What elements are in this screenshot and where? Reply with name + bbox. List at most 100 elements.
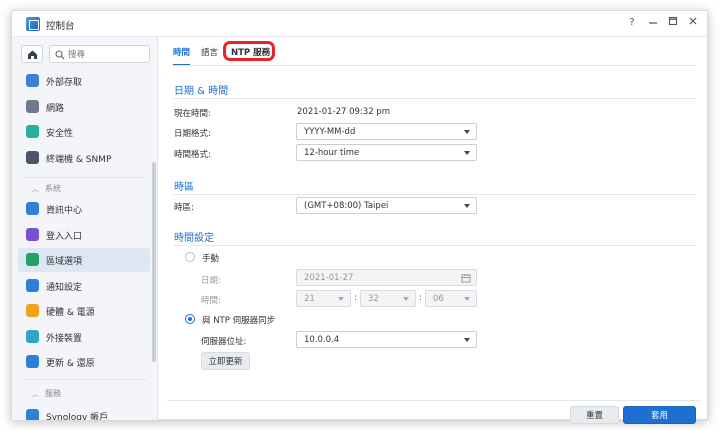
sidebar-item-label: 更新 & 還原 <box>46 359 95 369</box>
chevron-down-icon <box>464 204 470 208</box>
search-input[interactable] <box>68 48 148 61</box>
sidebar-item[interactable]: 區域選項 <box>18 248 150 272</box>
sidebar-group-system[interactable]: ︿ 系統 <box>32 183 61 194</box>
time-format-select[interactable]: 12-hour time <box>296 144 477 161</box>
section-title-timezone: 時區 <box>174 182 194 193</box>
section-title-date-time: 日期 & 時間 <box>174 86 229 97</box>
sidebar-item-label: 區域選項 <box>46 257 83 267</box>
manual-date-input[interactable]: 2021-01-27 <box>296 269 477 286</box>
update-now-button[interactable]: 立即更新 <box>201 352 250 370</box>
chevron-down-icon <box>464 297 470 301</box>
update-restore-icon <box>26 355 39 368</box>
hardware-power-icon <box>26 304 39 317</box>
sidebar-item-label: 資訊中心 <box>46 206 83 216</box>
sidebar-item[interactable]: 終端機 & SNMP <box>18 146 150 170</box>
info-center-icon <box>26 202 39 215</box>
section-divider <box>174 194 696 195</box>
tab-divider <box>171 65 696 66</box>
chevron-down-icon <box>403 297 409 301</box>
maximize-button[interactable] <box>666 16 680 30</box>
second-select[interactable]: 06 <box>425 290 477 307</box>
date-format-label: 日期格式: <box>174 129 211 139</box>
sidebar-item[interactable]: 安全性 <box>18 120 150 144</box>
manual-time-label: 時間: <box>201 296 221 306</box>
footer-divider <box>167 400 700 401</box>
tab-time[interactable]: 時間 <box>173 46 191 66</box>
chevron-down-icon <box>464 338 470 342</box>
sidebar-item[interactable]: 網路 <box>18 95 150 119</box>
search-box[interactable] <box>49 45 150 63</box>
section-divider <box>174 98 696 99</box>
ntp-tab-highlight-annotation <box>223 41 275 61</box>
timezone-label: 時區: <box>174 203 194 213</box>
window-title: 控制台 <box>46 21 75 32</box>
help-button[interactable]: ? <box>625 16 639 30</box>
chevron-up-icon: ︿ <box>32 390 39 398</box>
current-time-label: 現在時間: <box>174 109 211 119</box>
sidebar-group-services[interactable]: ︿ 服務 <box>32 388 61 399</box>
server-address-label: 伺服器位址: <box>201 337 247 347</box>
server-address-select[interactable]: 10.0.0.4 <box>296 331 477 348</box>
sidebar-item-label: Synology 帳戶 <box>46 413 109 420</box>
sidebar-item-label: 安全性 <box>46 129 74 139</box>
minimize-button[interactable] <box>646 16 660 30</box>
sidebar-divider <box>24 177 146 178</box>
ntp-sync-radio[interactable] <box>185 314 195 324</box>
tab-language[interactable]: 語言 <box>201 46 218 58</box>
external-devices-icon <box>26 329 39 343</box>
title-bar: 控制台 ? <box>12 11 707 37</box>
sidebar-item[interactable]: 登入入口 <box>18 223 150 247</box>
ntp-sync-label: 與 NTP 伺服器同步 <box>202 316 276 326</box>
section-divider <box>174 245 696 246</box>
apply-button[interactable]: 套用 <box>623 406 696 424</box>
network-icon <box>26 99 39 113</box>
calendar-icon <box>461 274 471 283</box>
close-button[interactable] <box>686 16 700 30</box>
regional-options-icon <box>26 253 39 266</box>
sidebar-item[interactable]: 資訊中心 <box>18 197 150 221</box>
sidebar-item-label: 網路 <box>46 103 65 114</box>
sidebar-item-label: 硬體 & 電源 <box>46 308 95 318</box>
external-access-icon <box>26 74 39 87</box>
manual-radio[interactable] <box>185 252 195 262</box>
sidebar-item-label: 登入入口 <box>46 231 83 242</box>
minimize-icon <box>649 22 657 24</box>
time-separator: : <box>354 293 358 303</box>
control-panel-app-icon <box>26 17 40 31</box>
sidebar-item[interactable]: Synology 帳戶 <box>18 404 150 420</box>
manual-date-label: 日期: <box>201 276 221 286</box>
sidebar-item-label: 通知設定 <box>46 282 83 293</box>
time-format-label: 時間格式: <box>174 150 211 160</box>
minute-select[interactable]: 32 <box>360 290 416 307</box>
main-panel: 時間 語言 NTP 服務 日期 & 時間 現在時間: 2021-01-27 09… <box>159 37 708 424</box>
sidebar: 外部存取網路安全性終端機 & SNMP ︿系統 資訊中心登入入口區域選項通知設定… <box>12 37 158 420</box>
home-button[interactable] <box>21 45 43 63</box>
tab-bar: 時間 語言 NTP 服務 <box>159 37 708 66</box>
chevron-down-icon <box>464 151 470 155</box>
chevron-down-icon <box>338 297 344 301</box>
sidebar-item[interactable]: 外部存取 <box>18 69 150 93</box>
security-shield-icon <box>26 125 39 138</box>
notification-icon <box>26 278 39 292</box>
sidebar-item-label: 外部存取 <box>46 78 83 88</box>
reset-button[interactable]: 重置 <box>570 406 619 424</box>
sidebar-item[interactable]: 硬體 & 電源 <box>18 299 150 323</box>
chevron-up-icon: ︿ <box>32 185 39 193</box>
sidebar-item[interactable]: 外接裝置 <box>18 325 150 349</box>
sidebar-scrollbar[interactable] <box>152 162 156 362</box>
sidebar-item[interactable]: 更新 & 還原 <box>18 350 150 374</box>
terminal-icon <box>26 150 39 164</box>
synology-account-icon <box>26 409 39 420</box>
close-icon <box>689 17 697 25</box>
maximize-icon <box>668 16 678 26</box>
timezone-select[interactable]: (GMT+08:00) Taipei <box>296 197 477 214</box>
sidebar-item-label: 終端機 & SNMP <box>46 154 112 165</box>
hour-select[interactable]: 21 <box>296 290 351 307</box>
sidebar-item[interactable]: 通知設定 <box>18 274 150 298</box>
current-time-value: 2021-01-27 09:32 pm <box>297 107 390 117</box>
chevron-down-icon <box>464 130 470 134</box>
control-panel-window: 控制台 ? 外部存取網路安全性終端機 & SNMP ︿系統 <box>11 10 708 424</box>
section-title-time-settings: 時間設定 <box>174 233 214 244</box>
sidebar-divider <box>24 379 146 380</box>
date-format-select[interactable]: YYYY-MM-dd <box>296 123 477 140</box>
